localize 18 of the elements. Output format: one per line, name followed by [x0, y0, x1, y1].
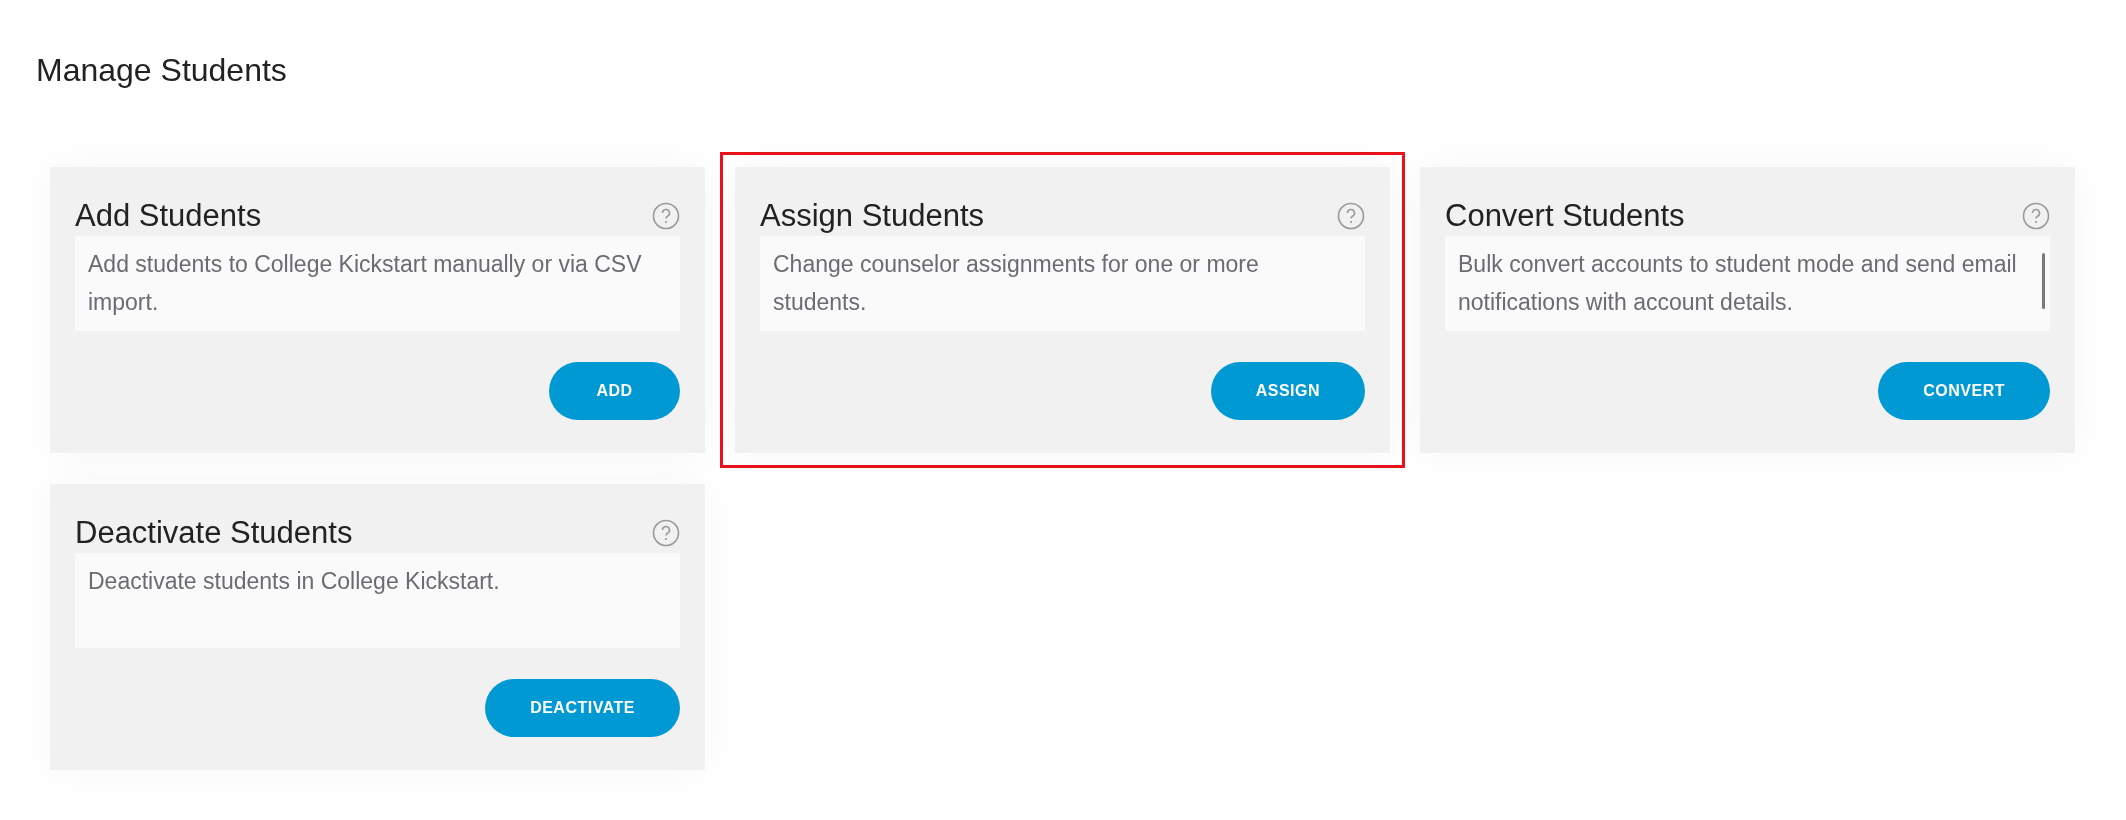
card-title: Assign Students — [760, 197, 985, 235]
page-title: Manage Students — [35, 51, 288, 90]
action-button[interactable]: ADD — [549, 362, 680, 420]
help-icon[interactable] — [1337, 202, 1365, 230]
card-title: Convert Students — [1445, 197, 1685, 235]
card-title: Add Students — [75, 197, 262, 235]
card-description: Bulk convert accounts to student mode and send email notifications with account details. — [1458, 250, 2018, 317]
action-button[interactable]: DEACTIVATE — [485, 679, 680, 737]
help-icon[interactable] — [2022, 202, 2050, 230]
card-description: Change counselor assignments for one or more students. — [773, 250, 1260, 317]
card-description: Add students to College Kickstart manually or via CSV import. — [88, 250, 643, 317]
card-title: Deactivate Students — [75, 514, 353, 552]
scrollbar[interactable] — [2042, 253, 2045, 309]
help-icon[interactable] — [652, 519, 680, 547]
action-button[interactable]: ASSIGN — [1210, 362, 1365, 420]
card-description: Deactivate students in College Kickstart. — [88, 567, 501, 596]
action-button[interactable]: CONVERT — [1878, 362, 2050, 420]
help-icon[interactable] — [652, 202, 680, 230]
